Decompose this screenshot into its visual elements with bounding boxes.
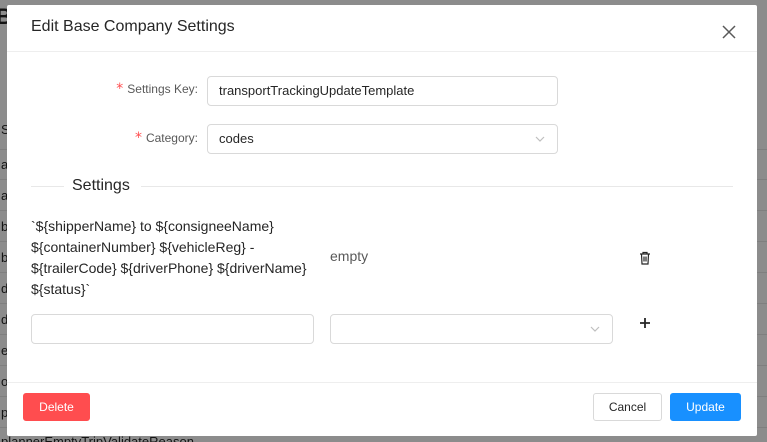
setting-row-value: empty bbox=[330, 248, 369, 264]
modal-footer: Delete Cancel Update bbox=[7, 382, 757, 436]
cancel-button[interactable]: Cancel bbox=[593, 393, 662, 421]
chevron-down-icon bbox=[590, 326, 600, 332]
category-select[interactable]: codes bbox=[207, 124, 558, 154]
modal-title: Edit Base Company Settings bbox=[31, 18, 235, 35]
delete-button[interactable]: Delete bbox=[23, 393, 90, 421]
close-icon[interactable] bbox=[719, 22, 739, 42]
new-setting-key-input[interactable] bbox=[31, 314, 314, 344]
settings-key-label-text: Settings Key bbox=[127, 82, 195, 96]
label-colon: : bbox=[194, 131, 198, 145]
required-marker: * bbox=[116, 81, 124, 97]
plus-icon[interactable] bbox=[639, 316, 651, 328]
new-setting-value-select[interactable] bbox=[330, 314, 613, 344]
category-label-text: Category bbox=[145, 131, 195, 145]
settings-key-label: * Settings Key: bbox=[107, 81, 198, 97]
settings-section-title: Settings bbox=[72, 177, 130, 195]
category-select-value: codes bbox=[219, 131, 254, 146]
settings-key-input[interactable]: transportTrackingUpdateTemplate bbox=[207, 76, 558, 106]
modal-header: Edit Base Company Settings bbox=[7, 5, 757, 52]
edit-settings-modal: Edit Base Company Settings * Settings Key… bbox=[7, 5, 757, 436]
required-marker: * bbox=[134, 130, 142, 146]
divider-line-left bbox=[31, 186, 64, 187]
chevron-down-icon bbox=[535, 136, 545, 142]
update-button[interactable]: Update bbox=[670, 393, 741, 421]
trash-icon[interactable] bbox=[639, 251, 651, 265]
category-label: * Category: bbox=[107, 130, 198, 146]
setting-row-key: `${shipperName} to ${consigneeName} ${co… bbox=[31, 218, 307, 297]
divider-line-right bbox=[141, 186, 733, 187]
label-colon: : bbox=[194, 82, 198, 96]
